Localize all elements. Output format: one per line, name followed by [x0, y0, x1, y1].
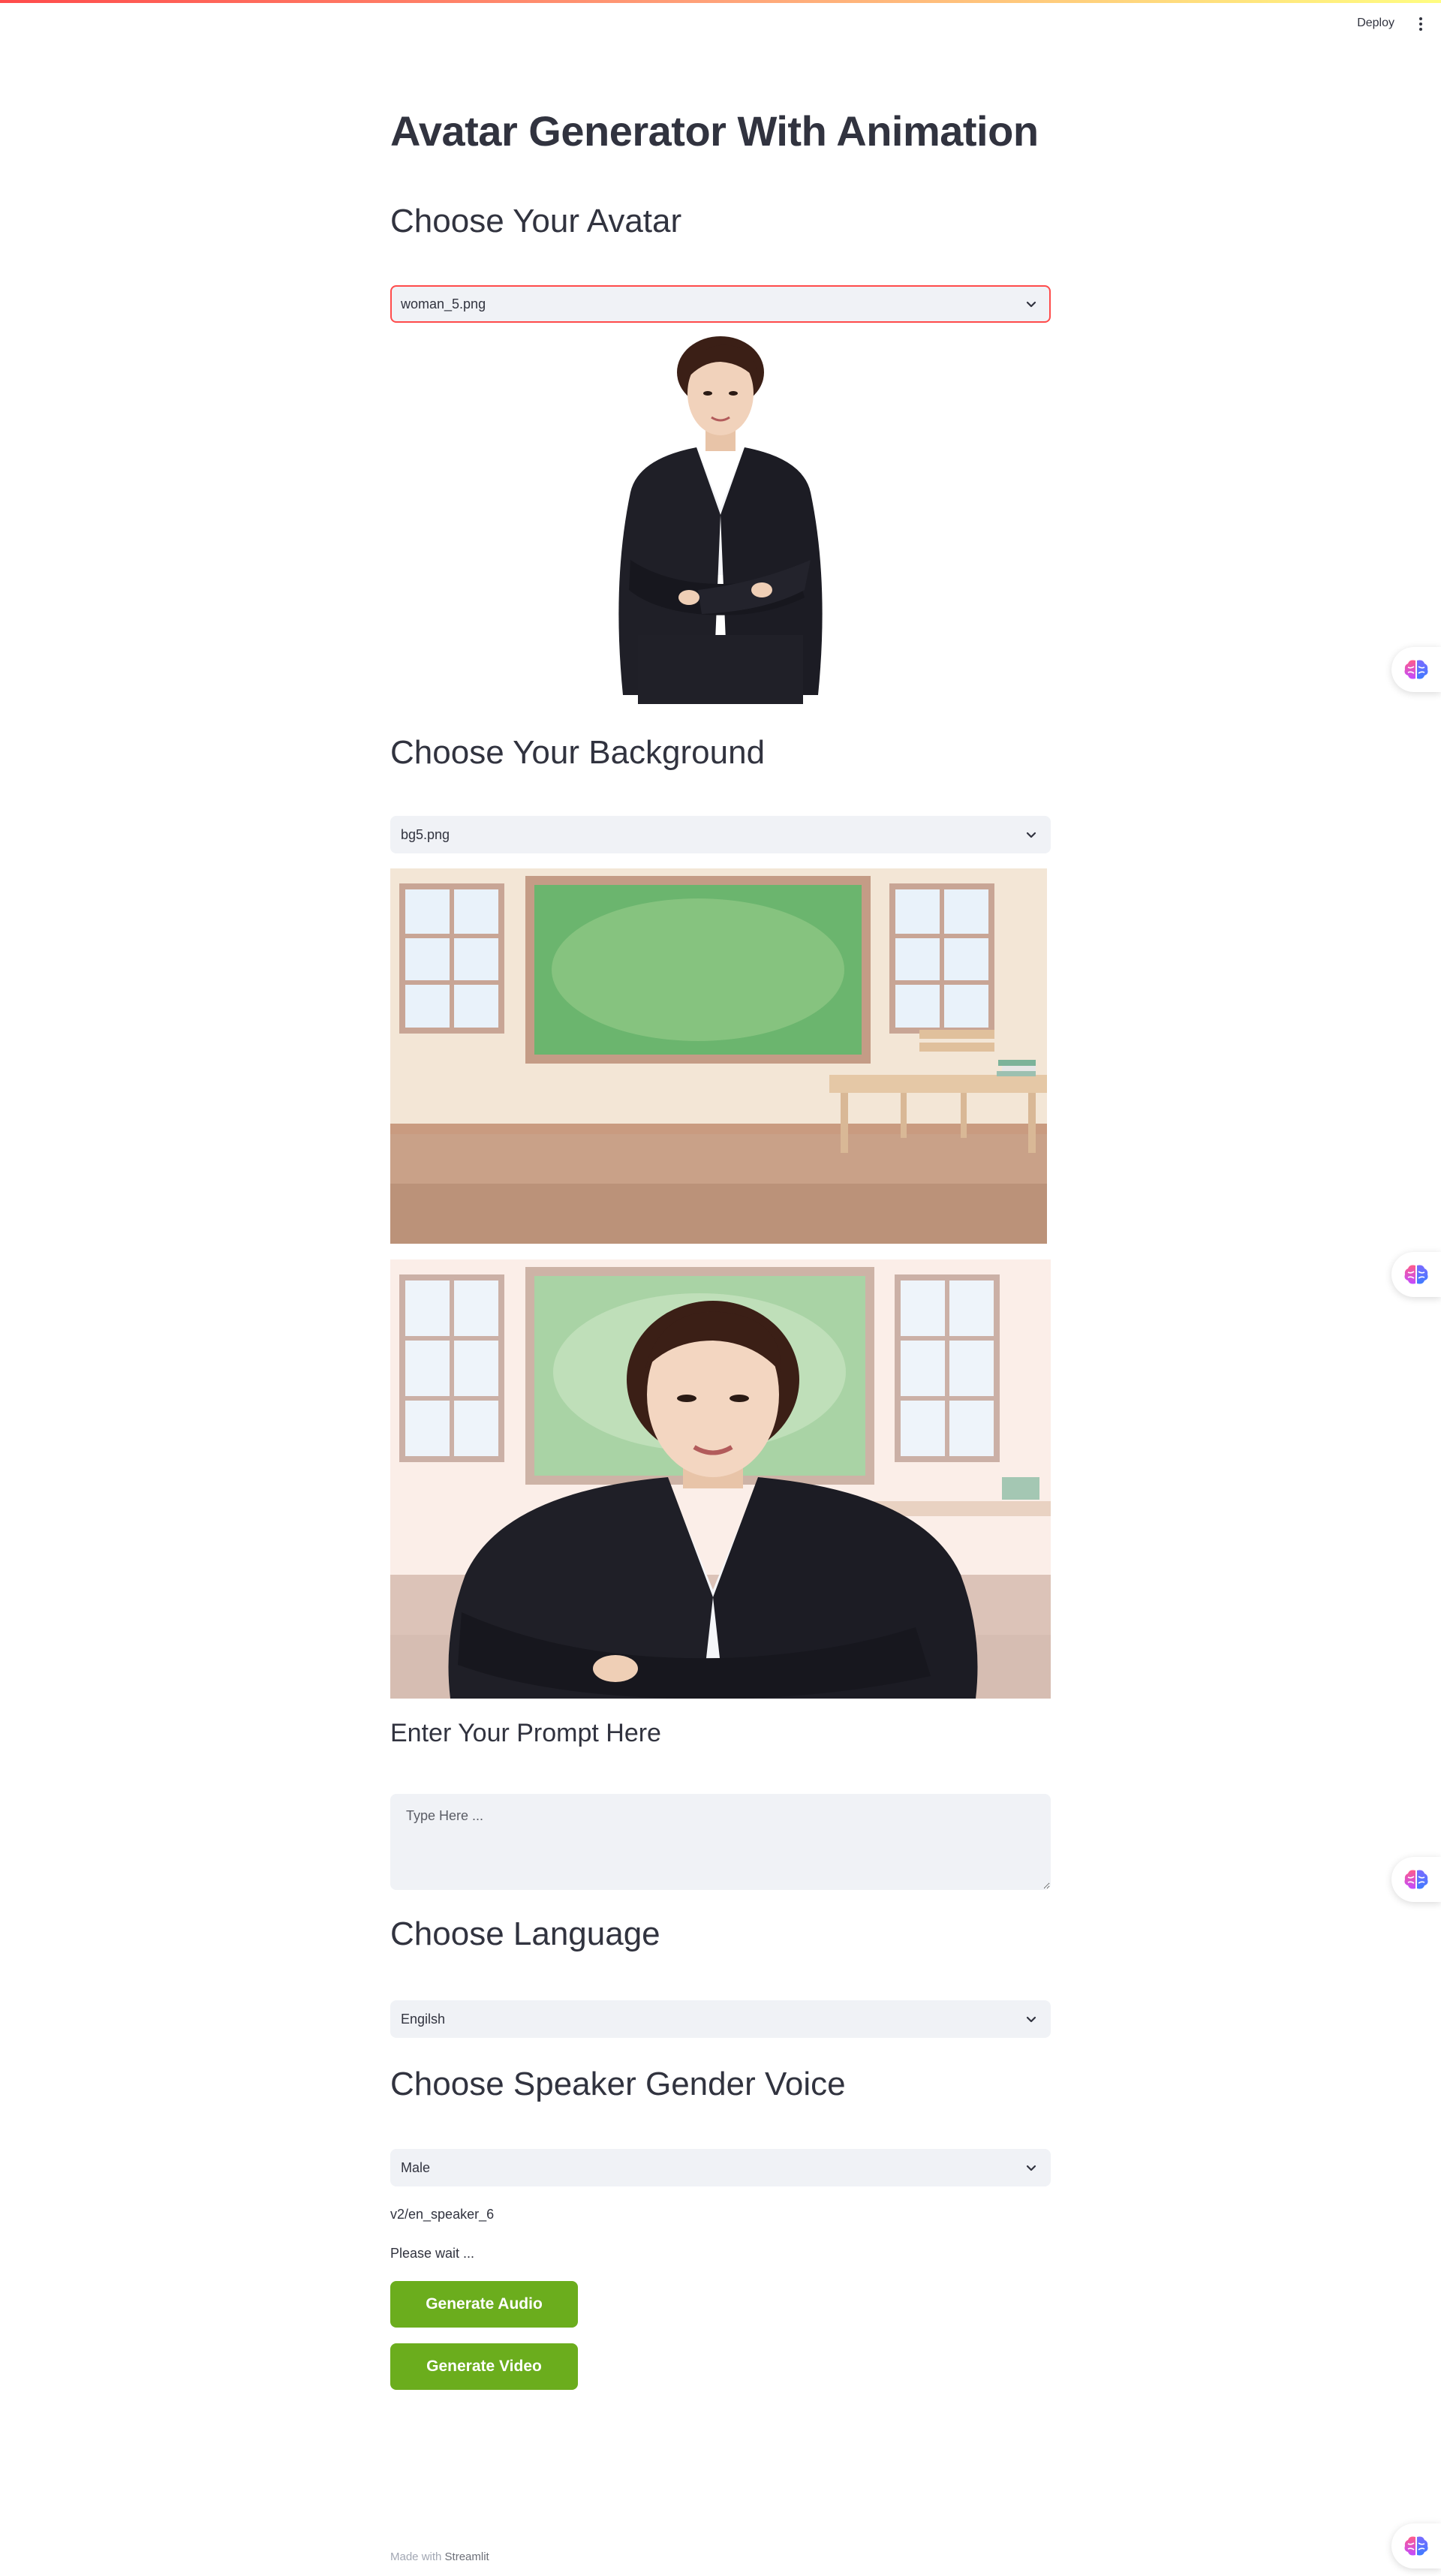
speaker-id-text: v2/en_speaker_6	[390, 2207, 495, 2222]
avatar-select[interactable]: woman_5.png	[390, 285, 1051, 323]
footer: Made with Streamlit	[390, 2550, 489, 2563]
chevron-down-icon	[1026, 832, 1036, 838]
background-select[interactable]: bg5.png	[390, 816, 1051, 853]
chevron-down-icon	[1026, 2165, 1036, 2171]
avatar-preview-image	[618, 336, 823, 704]
generate-audio-button[interactable]: Generate Audio	[390, 2281, 578, 2328]
gender-voice-select[interactable]: Male	[390, 2149, 1051, 2186]
brain-widget-button[interactable]	[1391, 1252, 1441, 1297]
brain-widget-button[interactable]	[1391, 1857, 1441, 1902]
gender-voice-select-value: Male	[401, 2159, 431, 2175]
deploy-button[interactable]: Deploy	[1349, 14, 1402, 33]
streamlit-link[interactable]: Streamlit	[445, 2550, 489, 2563]
brain-widget-button[interactable]	[1391, 2523, 1441, 2568]
gender-voice-heading: Choose Speaker Gender Voice	[390, 2066, 846, 2102]
brain-icon	[1404, 2536, 1428, 2556]
background-preview-image	[390, 868, 1047, 1244]
chevron-down-icon	[1026, 2016, 1036, 2023]
brain-widget-button[interactable]	[1391, 647, 1441, 692]
status-message: Please wait ...	[390, 2246, 475, 2261]
brain-icon	[1404, 1265, 1428, 1284]
avatar-heading: Choose Your Avatar	[390, 203, 682, 239]
page-title: Avatar Generator With Animation	[390, 107, 1039, 155]
app-header: Deploy	[0, 3, 1441, 44]
avatar-background-composite-image	[390, 1259, 1051, 1699]
chevron-down-icon	[1026, 301, 1036, 308]
footer-prefix: Made with	[390, 2550, 442, 2563]
language-select[interactable]: Engilsh	[390, 2000, 1051, 2038]
background-select-value: bg5.png	[401, 826, 450, 842]
generate-video-button[interactable]: Generate Video	[390, 2343, 578, 2390]
brain-icon	[1404, 1870, 1428, 1889]
prompt-heading: Enter Your Prompt Here	[390, 1719, 661, 1747]
language-heading: Choose Language	[390, 1915, 660, 1952]
background-heading: Choose Your Background	[390, 734, 766, 771]
prompt-textarea[interactable]	[390, 1794, 1051, 1890]
avatar-select-value: woman_5.png	[401, 296, 486, 311]
more-vertical-icon	[1419, 17, 1422, 20]
main-menu-button[interactable]	[1411, 14, 1430, 35]
brain-icon	[1404, 660, 1428, 679]
language-select-value: Engilsh	[401, 2011, 446, 2027]
